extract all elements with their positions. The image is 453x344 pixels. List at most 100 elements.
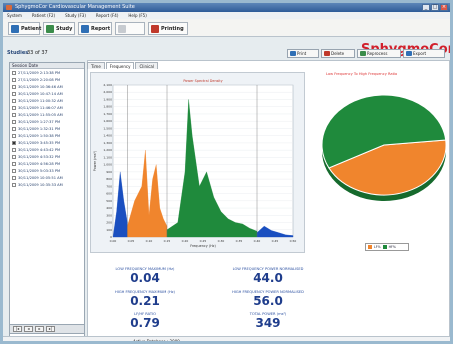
menu-report[interactable]: Report (F4): [96, 12, 119, 19]
session-date: 30/11/2009 1:32:31 PM: [18, 126, 61, 131]
tab-time[interactable]: Time: [87, 62, 105, 69]
session-date: 30/11/2009 5:03:33 PM: [18, 168, 61, 173]
study-button[interactable]: Study: [43, 22, 75, 35]
list-item[interactable]: 30/11/2009 4:53:32 PM: [10, 153, 84, 160]
x-tick-label: 0.35: [236, 239, 243, 243]
row-checkbox[interactable]: [12, 119, 16, 124]
lf-peak-value: 0.04: [130, 271, 160, 285]
export-icon: [406, 51, 412, 56]
y-tick-label: 2,100: [103, 83, 112, 87]
list-item[interactable]: 30/11/2009 4:43:42 PM: [10, 146, 84, 153]
row-checkbox[interactable]: [12, 147, 16, 152]
list-item[interactable]: 27/11/2009 2:20:08 PM: [10, 76, 84, 83]
row-checkbox[interactable]: [12, 105, 16, 110]
last-record-button[interactable]: ▸|: [46, 326, 55, 332]
row-checkbox[interactable]: [12, 140, 16, 145]
reprocess-icon: [360, 51, 366, 56]
hf-power-value: 56.0: [253, 294, 283, 308]
studies-count: 33 of 37: [27, 50, 48, 56]
x-tick-label: 0.10: [146, 239, 153, 243]
list-item[interactable]: 30/11/2009 10:35:33 AM: [10, 181, 84, 188]
reprocess-button[interactable]: Reprocess: [357, 49, 401, 58]
report-button[interactable]: Report: [78, 22, 112, 35]
list-item[interactable]: 30/11/2009 5:03:33 PM: [10, 167, 84, 174]
row-checkbox[interactable]: [12, 70, 16, 75]
session-date: 27/11/2009 2:13:38 PM: [18, 70, 61, 75]
row-checkbox[interactable]: [12, 77, 16, 82]
first-record-button[interactable]: |◂: [13, 326, 22, 332]
y-tick-label: 100: [106, 228, 112, 232]
list-item[interactable]: 27/11/2009 2:13:38 PM: [10, 69, 84, 76]
menu-system[interactable]: System: [7, 12, 22, 19]
print-icon: [290, 51, 296, 56]
row-checkbox[interactable]: [12, 91, 16, 96]
tab-frequency[interactable]: Frequency: [105, 62, 135, 69]
list-item[interactable]: 30/11/2009 4:56:28 PM: [10, 160, 84, 167]
study-icon: [46, 24, 54, 33]
list-item[interactable]: 30/11/2009 11:55:05 AM: [10, 111, 84, 118]
row-checkbox[interactable]: [12, 154, 16, 159]
list-item[interactable]: 30/11/2009 3:45:35 PM: [10, 139, 84, 146]
y-tick-label: 800: [106, 177, 112, 181]
session-date: 30/11/2009 10:05:51 AM: [18, 175, 63, 180]
previous-record-button[interactable]: ◂: [24, 326, 33, 332]
hf-peak-value: 0.21: [130, 294, 160, 308]
y-tick-label: 200: [106, 221, 112, 225]
tab-clinical[interactable]: Clinical: [135, 62, 158, 69]
list-item[interactable]: 30/11/2009 1:27:37 PM: [10, 118, 84, 125]
printer-icon: [151, 24, 159, 33]
list-item[interactable]: 30/11/2009 11:46:07 AM: [10, 104, 84, 111]
title-bar: SphygmoCor Cardiovascular Management Sui…: [3, 3, 450, 12]
delete-button[interactable]: Delete: [321, 49, 355, 58]
lf-hf-ratio-value: 0.79: [130, 316, 160, 330]
ratio-pie-chart: [321, 94, 447, 201]
legend-hf: HF%: [388, 245, 396, 249]
y-tick-label: 1,200: [103, 148, 112, 152]
close-button[interactable]: ×: [440, 4, 448, 11]
x-tick-label: 0.20: [182, 239, 189, 243]
list-item[interactable]: 30/11/2009 1:50:38 PM: [10, 132, 84, 139]
y-tick-label: 2,000: [103, 90, 112, 94]
row-checkbox[interactable]: [12, 98, 16, 103]
y-tick-label: 500: [106, 199, 112, 203]
row-checkbox[interactable]: [12, 168, 16, 173]
menu-help[interactable]: Help (F5): [128, 12, 146, 19]
capture-icon: [118, 24, 126, 33]
row-checkbox[interactable]: [12, 161, 16, 166]
export-button[interactable]: Export: [403, 49, 445, 58]
minimize-button[interactable]: _: [422, 4, 430, 11]
y-tick-label: 1,500: [103, 126, 112, 130]
y-tick-label: 1,700: [103, 112, 112, 116]
session-date: 30/11/2009 4:56:28 PM: [18, 161, 61, 166]
row-checkbox[interactable]: [12, 182, 16, 187]
row-checkbox[interactable]: [12, 112, 16, 117]
printing-button[interactable]: Printing: [148, 22, 188, 35]
list-item[interactable]: 30/11/2009 10:47:14 AM: [10, 90, 84, 97]
maximize-button[interactable]: □: [431, 4, 439, 11]
y-axis-label: Power (ms²): [93, 150, 97, 171]
list-item[interactable]: 30/11/2009 1:32:31 PM: [10, 125, 84, 132]
row-checkbox[interactable]: [12, 175, 16, 180]
list-item[interactable]: 30/11/2009 11:00:32 AM: [10, 97, 84, 104]
y-tick-label: 1,300: [103, 141, 112, 145]
y-tick-label: 1,800: [103, 105, 112, 109]
capture-button[interactable]: [115, 22, 145, 35]
row-checkbox[interactable]: [12, 84, 16, 89]
menu-study[interactable]: Study (F3): [65, 12, 86, 19]
x-tick-label: 0.25: [200, 239, 207, 243]
menu-patient[interactable]: Patient (F2): [32, 12, 55, 19]
list-item[interactable]: 30/11/2009 10:05:51 AM: [10, 174, 84, 181]
patient-button[interactable]: Patient: [8, 22, 41, 35]
total-power-value: 349: [255, 316, 281, 330]
legend-lf: LF%: [374, 245, 381, 249]
session-list: Session Date 27/11/2009 2:13:38 PM 27/11/…: [9, 62, 85, 338]
session-date: 30/11/2009 3:45:35 PM: [18, 140, 61, 145]
x-tick-label: 0.15: [164, 239, 171, 243]
row-checkbox[interactable]: [12, 126, 16, 131]
row-checkbox[interactable]: [12, 133, 16, 138]
next-record-button[interactable]: ▸: [35, 326, 44, 332]
status-text: Active Database : 2009: [133, 339, 180, 344]
print-button[interactable]: Print: [287, 49, 319, 58]
pie-legend: LF% HF%: [365, 243, 409, 251]
list-item[interactable]: 30/11/2009 10:36:46 AM: [10, 83, 84, 90]
